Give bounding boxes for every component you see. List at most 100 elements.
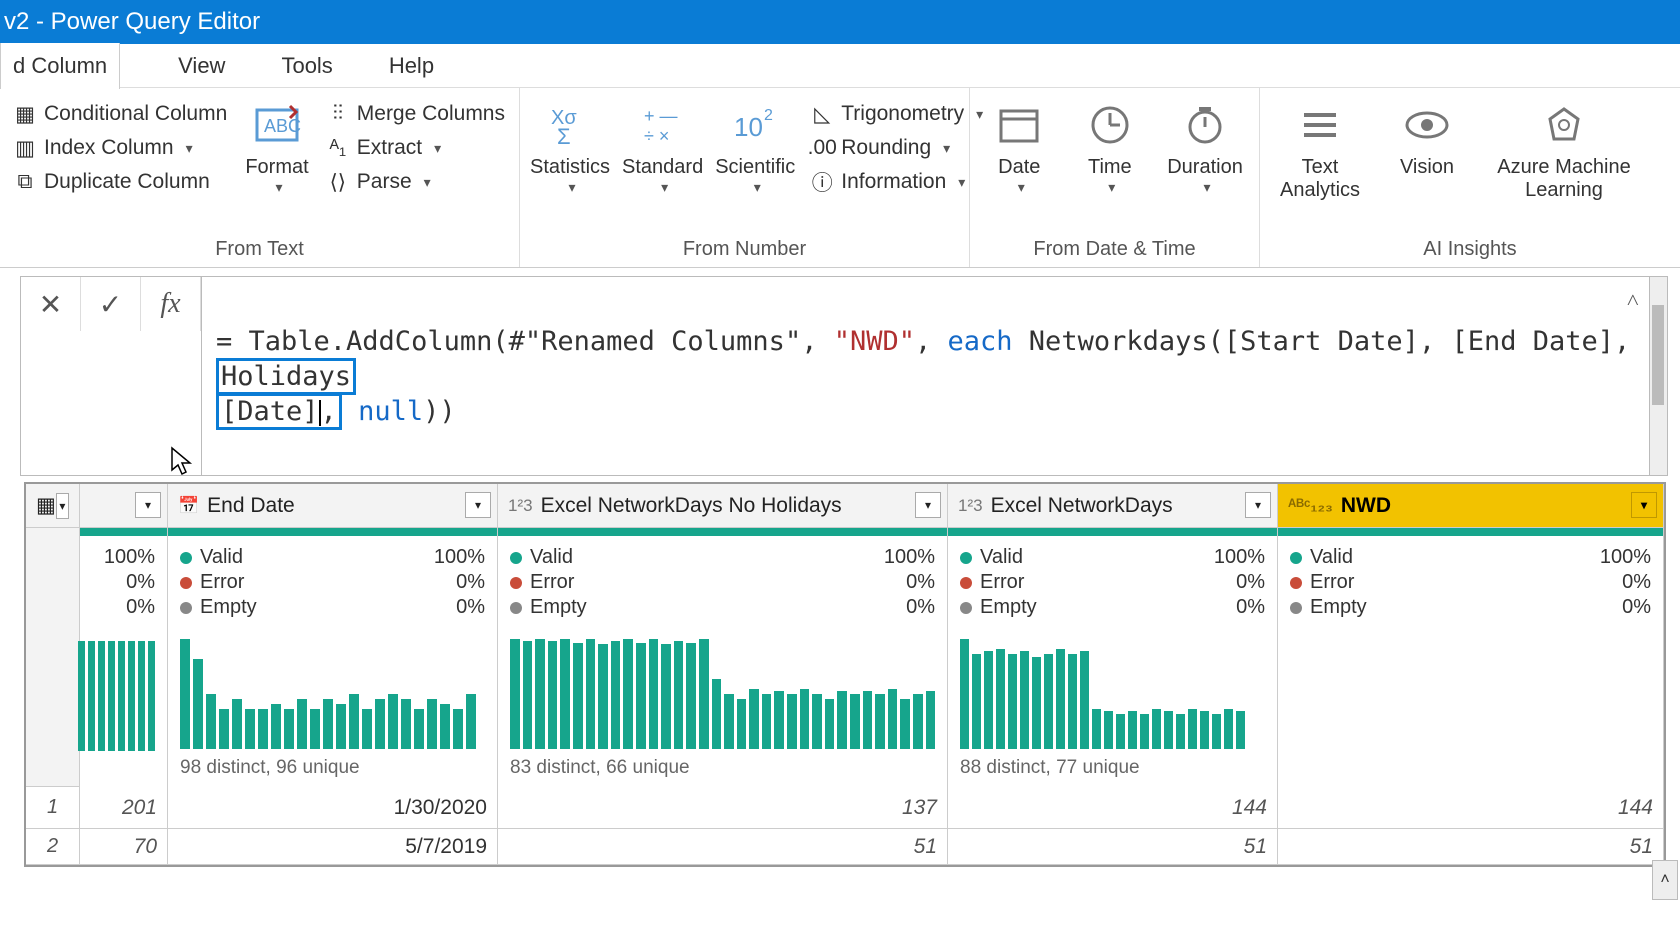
index-column-button[interactable]: ▥ Index Column <box>10 134 231 162</box>
trigonometry-icon: ◺ <box>811 103 833 125</box>
formula-bar: ✕ ✓ fx = Table.AddColumn(#"Renamed Colum… <box>20 276 1668 476</box>
formula-scrollbar[interactable] <box>1650 276 1668 476</box>
rounding-button[interactable]: .00 Rounding <box>807 134 987 162</box>
duration-icon <box>1180 100 1230 150</box>
histogram-exh <box>510 629 935 749</box>
table-row[interactable]: 2 70 5/7/2019 51 51 51 <box>26 829 1664 865</box>
cell-index[interactable]: 70 <box>80 829 168 865</box>
rounding-icon: .00 <box>811 137 833 159</box>
cancel-formula-button[interactable]: ✕ <box>21 277 81 331</box>
vertical-scroll-up-button[interactable]: ˄ <box>1652 860 1678 900</box>
any-type-icon: ᴬᴮᶜ₁₂₃ <box>1288 496 1333 516</box>
row-number: 2 <box>26 829 80 865</box>
profile-nwd: Valid100% Error0% Empty0% <box>1278 536 1664 787</box>
scientific-icon: 102 <box>730 100 780 150</box>
text-analytics-icon <box>1295 100 1345 150</box>
tab-add-column[interactable]: d Column <box>0 43 120 89</box>
azure-ml-button[interactable]: Azure Machine Learning <box>1484 94 1644 202</box>
azure-ml-icon <box>1539 100 1589 150</box>
statistics-button[interactable]: XσΣ Statistics <box>530 94 610 196</box>
trigonometry-button[interactable]: ◺ Trigonometry <box>807 100 987 128</box>
quality-bar <box>26 528 1664 536</box>
cell-exn[interactable]: 144 <box>948 787 1278 829</box>
date-icon <box>994 100 1044 150</box>
formula-input[interactable]: = Table.AddColumn(#"Renamed Columns", "N… <box>202 276 1650 476</box>
tab-view[interactable]: View <box>150 43 253 89</box>
time-button[interactable]: Time <box>1071 94 1150 196</box>
tab-help[interactable]: Help <box>361 43 462 89</box>
cell-exh[interactable]: 51 <box>498 829 948 865</box>
extract-icon: ᴬ₁ <box>327 137 349 159</box>
histogram-nwd <box>1290 629 1651 749</box>
svg-text:Σ: Σ <box>557 124 571 148</box>
table-icon: ▦ <box>36 493 56 518</box>
cell-end-date[interactable]: 1/30/2020 <box>168 787 498 829</box>
text-analytics-button[interactable]: Text Analytics <box>1270 94 1370 202</box>
parse-button[interactable]: ⟨⟩ Parse <box>323 168 509 196</box>
column-header-nwd[interactable]: ᴬᴮᶜ₁₂₃ NWD ▾ <box>1278 484 1664 528</box>
highlight-holidays: Holidays <box>216 358 356 395</box>
column-header-index[interactable]: ▾ <box>80 484 168 528</box>
group-from-text-label: From Text <box>10 234 509 263</box>
group-from-number-label: From Number <box>530 234 959 263</box>
index-column-icon: ▥ <box>14 137 36 159</box>
date-button[interactable]: Date <box>980 94 1059 196</box>
cell-exn[interactable]: 51 <box>948 829 1278 865</box>
calendar-icon: 📅 <box>178 496 199 516</box>
cell-nwd[interactable]: 144 <box>1278 787 1664 829</box>
conditional-column-icon: ▦ <box>14 103 36 125</box>
table-menu-dropdown[interactable]: ▾ <box>56 493 69 519</box>
merge-icon: ⫶⫶ <box>327 103 349 125</box>
profile-exh: Valid100% Error0% Empty0% 83 distinct, 6… <box>498 536 948 787</box>
duration-button[interactable]: Duration <box>1161 94 1249 196</box>
scientific-button[interactable]: 102 Scientific <box>715 94 795 196</box>
duplicate-column-icon: ⧉ <box>14 171 36 193</box>
filter-dropdown-nwd[interactable]: ▾ <box>1631 492 1657 518</box>
grid-header-row: ▦ ▾ ▾ 📅 End Date ▾ 1²3 Excel NetworkDays… <box>26 484 1664 528</box>
cell-exh[interactable]: 137 <box>498 787 948 829</box>
fx-button[interactable]: fx <box>141 277 201 331</box>
svg-text:10: 10 <box>734 112 763 142</box>
accept-formula-button[interactable]: ✓ <box>81 277 141 331</box>
group-ai-insights-label: AI Insights <box>1270 234 1670 263</box>
profile-index: 100% 0% 0% <box>80 536 168 787</box>
number-type-icon: 1²3 <box>508 496 533 516</box>
information-button[interactable]: ⓘ Information <box>807 168 987 196</box>
svg-text:ABC: ABC <box>264 116 301 136</box>
histogram-exn <box>960 629 1265 749</box>
extract-button[interactable]: ᴬ₁ Extract <box>323 134 509 162</box>
svg-text:+ —: + — <box>644 106 678 126</box>
formula-expand-button[interactable]: ˄ <box>1627 287 1639 316</box>
tab-tools[interactable]: Tools <box>253 43 360 89</box>
svg-text:2: 2 <box>764 107 773 124</box>
conditional-column-button[interactable]: ▦ Conditional Column <box>10 100 231 128</box>
cell-index[interactable]: 201 <box>80 787 168 829</box>
filter-dropdown-index[interactable]: ▾ <box>135 492 161 518</box>
histogram-index <box>78 631 155 751</box>
filter-dropdown-exh[interactable]: ▾ <box>915 492 941 518</box>
filter-dropdown-end-date[interactable]: ▾ <box>465 492 491 518</box>
vision-icon <box>1402 100 1452 150</box>
vision-button[interactable]: Vision <box>1382 94 1472 179</box>
column-header-excel-networkdays[interactable]: 1²3 Excel NetworkDays ▾ <box>948 484 1278 528</box>
column-header-end-date[interactable]: 📅 End Date ▾ <box>168 484 498 528</box>
time-icon <box>1085 100 1135 150</box>
filter-dropdown-exn[interactable]: ▾ <box>1245 492 1271 518</box>
format-button[interactable]: ABC Format <box>243 94 310 196</box>
column-profile-row: 100% 0% 0% Valid100% Error0% Empty0% 98 … <box>26 536 1664 787</box>
menu-bar: d Column View Tools Help <box>0 44 1680 88</box>
number-type-icon: 1²3 <box>958 496 983 516</box>
standard-button[interactable]: + —÷ × Standard <box>622 94 703 196</box>
duplicate-column-button[interactable]: ⧉ Duplicate Column <box>10 168 231 196</box>
window-title: v2 - Power Query Editor <box>4 8 260 36</box>
profile-end-date: Valid100% Error0% Empty0% 98 distinct, 9… <box>168 536 498 787</box>
group-from-datetime-label: From Date & Time <box>980 234 1249 263</box>
cell-nwd[interactable]: 51 <box>1278 829 1664 865</box>
highlight-date: [Date], <box>216 393 342 430</box>
cell-end-date[interactable]: 5/7/2019 <box>168 829 498 865</box>
table-row[interactable]: 1 201 1/30/2020 137 144 144 <box>26 787 1664 829</box>
column-header-excel-no-holidays[interactable]: 1²3 Excel NetworkDays No Holidays ▾ <box>498 484 948 528</box>
merge-columns-button[interactable]: ⫶⫶ Merge Columns <box>323 100 509 128</box>
standard-icon: + —÷ × <box>638 100 688 150</box>
table-corner[interactable]: ▦ ▾ <box>26 484 80 528</box>
